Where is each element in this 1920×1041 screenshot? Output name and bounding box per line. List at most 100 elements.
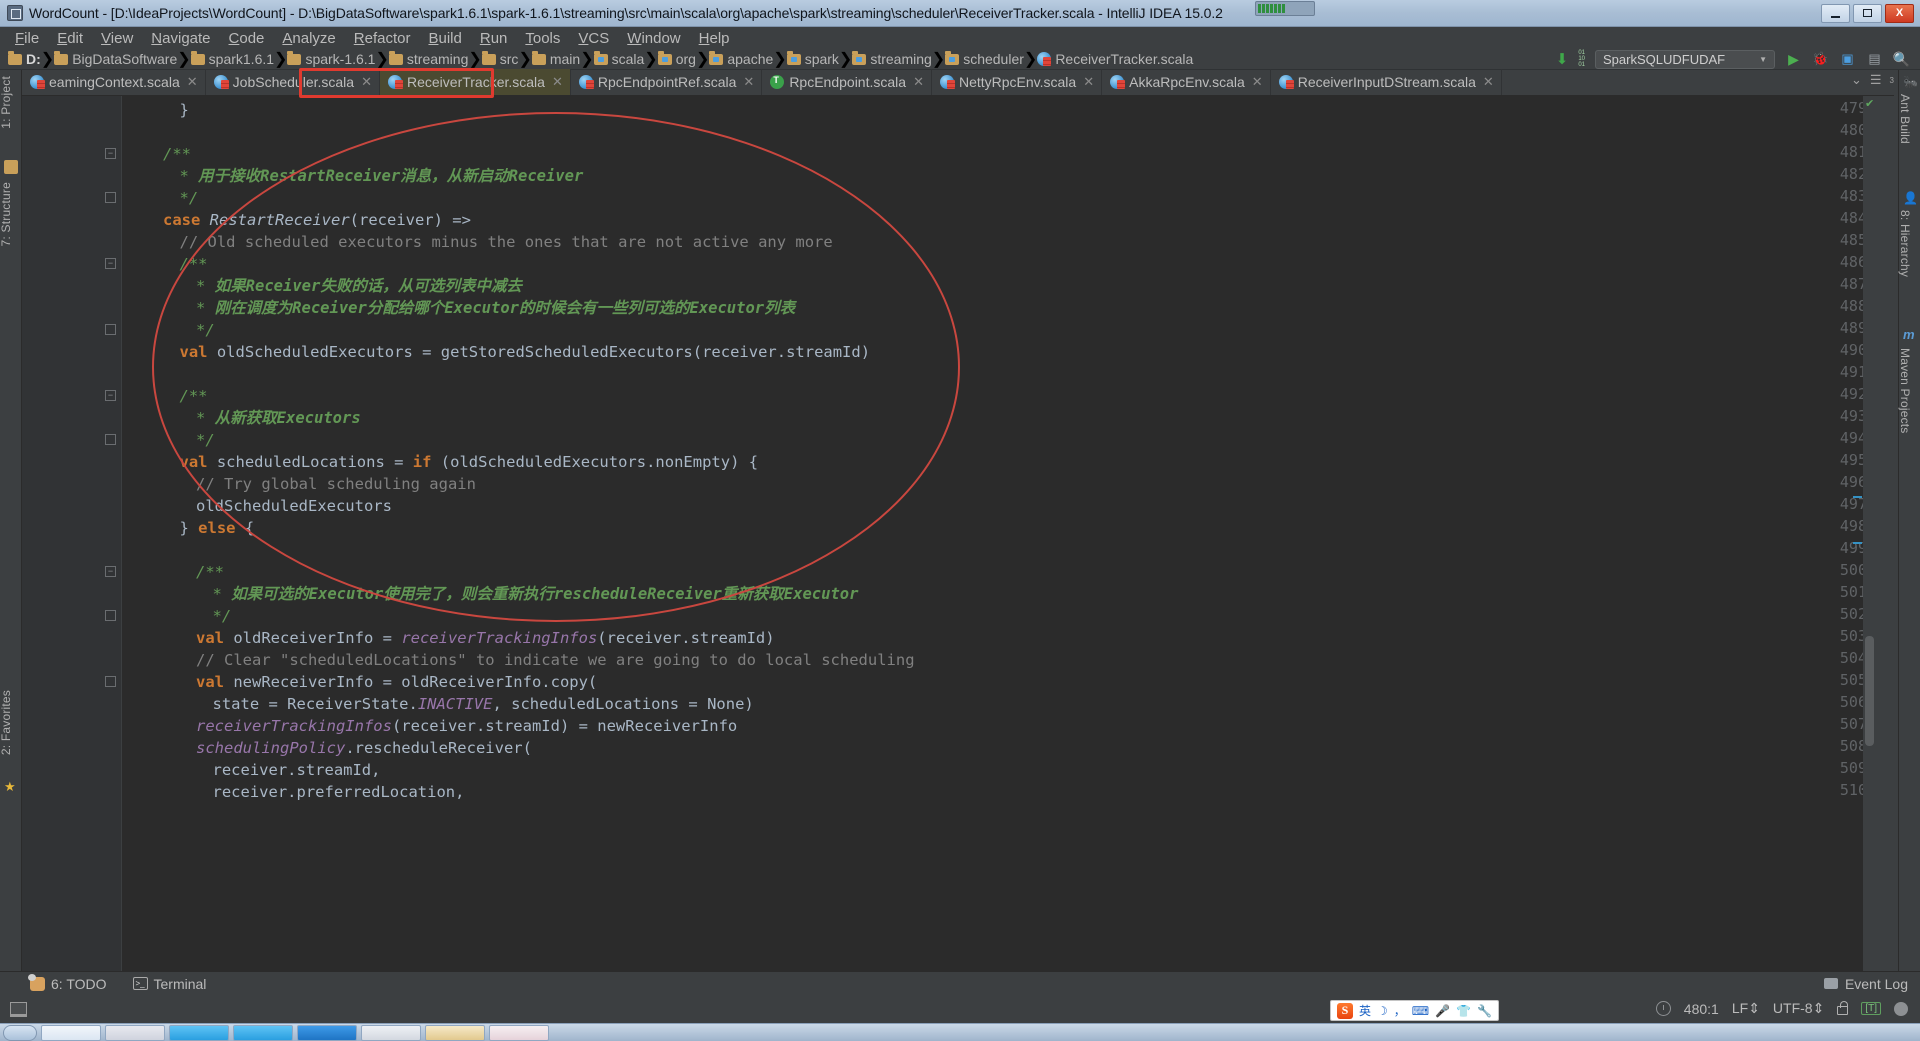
code-line[interactable]: // Try global scheduling again — [130, 473, 476, 495]
taskbar-item[interactable] — [361, 1024, 421, 1041]
editor-tab-eamingcontextscala[interactable]: eamingContext.scala ✕ — [22, 69, 206, 95]
editor-gutter[interactable] — [22, 96, 100, 971]
code-line[interactable]: * 刚在调度为Receiver分配给哪个Executor的时候会有一些列可选的E… — [130, 297, 795, 319]
breadcrumb-item-spark161[interactable]: spark-1.6.1 — [287, 50, 375, 67]
menu-item-analyze[interactable]: Analyze — [273, 29, 344, 48]
taskbar-item[interactable] — [425, 1024, 485, 1041]
menu-item-tools[interactable]: Tools — [516, 29, 569, 48]
keyboard-icon[interactable]: ⌨ — [1412, 1004, 1429, 1018]
maximize-button[interactable] — [1853, 3, 1882, 23]
editor-tab-rpcendpointscala[interactable]: RpcEndpoint.scala ✕ — [762, 69, 932, 95]
close-icon[interactable]: ✕ — [1252, 74, 1263, 90]
code-line[interactable]: /** — [130, 253, 208, 275]
code-line[interactable]: val scheduledLocations = if (oldSchedule… — [130, 451, 759, 473]
menu-item-navigate[interactable]: Navigate — [142, 29, 219, 48]
code-line[interactable]: } else { — [130, 517, 255, 539]
code-line[interactable]: schedulingPolicy.rescheduleReceiver( — [130, 737, 532, 759]
taskbar-item[interactable] — [233, 1024, 293, 1041]
comma-icon[interactable]: ， — [1394, 1002, 1406, 1019]
menu-item-run[interactable]: Run — [471, 29, 517, 48]
fold-marker[interactable] — [105, 192, 116, 203]
breadcrumb-item-spark[interactable]: spark — [786, 50, 839, 67]
code-line[interactable]: */ — [130, 429, 215, 451]
minimize-button[interactable] — [1821, 3, 1850, 23]
tool-window-hierarchy[interactable]: 8: Hierarchy — [1898, 210, 1912, 277]
code-line[interactable]: state = ReceiverState.INACTIVE, schedule… — [130, 693, 754, 715]
menu-item-build[interactable]: Build — [419, 29, 470, 48]
code-line[interactable]: receiverTrackingInfos(receiver.streamId)… — [130, 715, 737, 737]
ime-mode-label[interactable]: 英 — [1359, 1002, 1371, 1019]
skin-icon[interactable]: 👕 — [1456, 1004, 1471, 1018]
fold-marker[interactable]: − — [105, 390, 116, 401]
search-icon[interactable]: 🔍 — [1893, 51, 1910, 68]
clock-icon[interactable] — [1655, 1001, 1671, 1016]
breadcrumb-item-receivertrackerscala[interactable]: ReceiverTracker.scala — [1037, 51, 1193, 67]
voice-icon[interactable]: 🎤 — [1435, 1004, 1450, 1018]
breadcrumb-item-main[interactable]: main — [531, 50, 580, 67]
tool-window-terminal[interactable]: >_ Terminal — [132, 976, 206, 992]
menu-item-file[interactable]: File — [6, 29, 48, 48]
editor-tab-rpcendpointrefscala[interactable]: RpcEndpointRef.scala ✕ — [571, 69, 763, 95]
fold-marker[interactable] — [105, 676, 116, 687]
breadcrumb-item-src[interactable]: src — [481, 50, 518, 67]
taskbar-item[interactable] — [297, 1024, 357, 1041]
breadcrumb-item-org[interactable]: org — [657, 50, 696, 67]
editor-vertical-scrollbar[interactable] — [1863, 96, 1876, 971]
menu-item-view[interactable]: View — [92, 29, 142, 48]
coverage-button[interactable]: ▣ — [1839, 51, 1856, 68]
breadcrumb-item-streaming[interactable]: streaming — [388, 50, 468, 67]
editor-tab-receiverinputdstreamscala[interactable]: ReceiverInputDStream.scala ✕ — [1271, 69, 1502, 95]
breadcrumb-item-scala[interactable]: scala — [593, 50, 644, 67]
tab-list-chevron-icon[interactable]: ⌄ — [1851, 72, 1862, 88]
taskbar-item[interactable] — [489, 1024, 549, 1041]
code-line[interactable]: receiver.streamId, — [130, 759, 381, 781]
hide-tool-windows-icon[interactable] — [10, 1001, 27, 1017]
code-line[interactable]: */ — [130, 605, 232, 627]
code-line[interactable]: // Clear "scheduledLocations" to indicat… — [130, 649, 915, 671]
close-icon[interactable]: ✕ — [1483, 74, 1494, 90]
code-line[interactable]: * 如果可选的Executor使用完了，则会重新执行rescheduleRece… — [130, 583, 859, 605]
tool-window-todo[interactable]: 6: TODO — [28, 973, 107, 992]
code-line[interactable]: * 如果Receiver失败的话，从可选列表中减去 — [130, 275, 522, 297]
code-editor[interactable]: 479 480 481 482 483 484 485 486 487 488 489 490 491 4… — [22, 96, 1876, 971]
code-line[interactable]: */ — [130, 319, 215, 341]
breadcrumb-item-bigdatasoftware[interactable]: BigDataSoftware — [54, 50, 177, 67]
breadcrumb-item-streaming[interactable]: streaming — [852, 50, 932, 67]
fold-marker[interactable] — [105, 610, 116, 621]
line-separator[interactable]: LF⇕ — [1732, 1000, 1760, 1017]
code-line[interactable]: val oldReceiverInfo = receiverTrackingIn… — [130, 627, 775, 649]
close-icon[interactable]: ✕ — [913, 74, 924, 90]
tab-list-icon[interactable]: ☰ — [1870, 72, 1882, 88]
code-line[interactable]: /** — [130, 561, 224, 583]
editor-tab-receivertrackerscala[interactable]: ReceiverTracker.scala ✕ — [379, 69, 571, 95]
editor-tab-nettyrpcenvscala[interactable]: NettyRpcEnv.scala ✕ — [932, 69, 1103, 95]
event-log-button[interactable]: Event Log — [1823, 976, 1920, 992]
breadcrumb-item-d[interactable]: D: — [8, 50, 41, 67]
fold-marker[interactable] — [105, 434, 116, 445]
layout-button[interactable]: ▤ — [1866, 51, 1883, 68]
debug-button[interactable]: 🐞 — [1812, 51, 1829, 68]
code-line[interactable]: /** — [130, 143, 191, 165]
tool-window-ant-build[interactable]: Ant Build — [1898, 94, 1912, 144]
close-icon[interactable]: ✕ — [361, 74, 372, 90]
breadcrumb-item-scheduler[interactable]: scheduler — [945, 50, 1024, 67]
code-line[interactable]: oldScheduledExecutors — [130, 495, 392, 517]
code-line[interactable]: } — [130, 99, 189, 121]
download-arrow-icon[interactable]: ⬇ — [1556, 50, 1569, 68]
caret-position[interactable]: 480:1 — [1684, 1001, 1719, 1017]
editor-tab-akkarpcenvscala[interactable]: AkkaRpcEnv.scala ✕ — [1102, 69, 1271, 95]
fold-marker[interactable] — [105, 324, 116, 335]
scrollbar-thumb[interactable] — [1865, 636, 1874, 746]
menu-item-refactor[interactable]: Refactor — [345, 29, 420, 48]
menu-item-edit[interactable]: Edit — [48, 29, 92, 48]
tool-window-favorites[interactable]: 2: Favorites — [0, 690, 13, 755]
code-line[interactable]: val newReceiverInfo = oldReceiverInfo.co… — [130, 671, 597, 693]
close-icon[interactable]: ✕ — [1083, 74, 1094, 90]
code-line[interactable]: receiver.preferredLocation, — [130, 781, 465, 803]
menu-item-code[interactable]: Code — [220, 29, 274, 48]
code-line[interactable]: case RestartReceiver(receiver) => — [130, 209, 471, 231]
code-line[interactable]: // Old scheduled executors minus the one… — [130, 231, 833, 253]
run-configuration-selector[interactable]: SparkSQLUDFUDAF ▼ — [1595, 49, 1775, 69]
encoding[interactable]: UTF-8⇕ — [1773, 1000, 1824, 1017]
breadcrumb-item-apache[interactable]: apache — [709, 50, 773, 67]
